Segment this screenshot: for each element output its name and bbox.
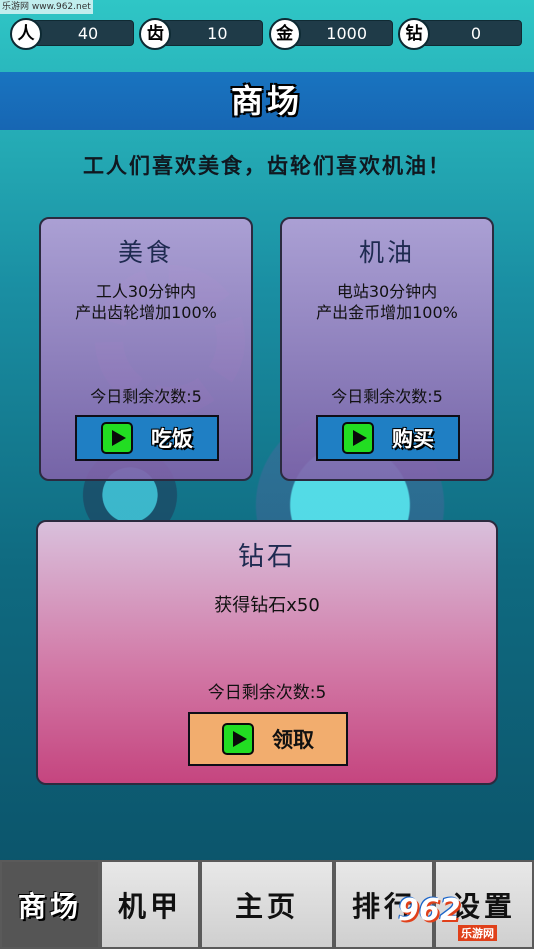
oil-remaining-count: 今日剩余次数:5 xyxy=(331,387,443,406)
diamond-card-description: 获得钻石x50 xyxy=(214,595,320,616)
resource-bar: 40 人 10 齿 1000 金 0 钻 xyxy=(10,18,522,50)
gold-icon: 金 xyxy=(268,18,301,50)
play-icon xyxy=(101,422,133,454)
oil-card: 机油 电站30分钟内 产出金币增加100% 今日剩余次数:5 购买 xyxy=(280,217,494,481)
resource-gold: 1000 金 xyxy=(268,18,393,50)
diamond-card-title: 钻石 xyxy=(237,542,296,572)
resource-diamonds: 0 钻 xyxy=(397,18,522,50)
buy-button[interactable]: 购买 xyxy=(316,415,460,461)
worker-icon: 人 xyxy=(10,18,42,50)
oil-card-title: 机油 xyxy=(358,238,415,267)
tab-shop[interactable]: 商场 xyxy=(0,860,100,949)
claim-button[interactable]: 领取 xyxy=(188,712,348,766)
site-logo: 962 乐游网 xyxy=(398,893,528,945)
page-title: 商场 xyxy=(0,72,534,130)
eat-button-label: 吃饭 xyxy=(151,427,193,451)
oil-card-description: 电站30分钟内 产出金币增加100% xyxy=(316,282,458,322)
watermark-text: 乐游网 www.962.net xyxy=(0,0,93,14)
play-icon xyxy=(342,422,374,454)
diamond-remaining-count: 今日剩余次数:5 xyxy=(207,683,327,703)
food-card-title: 美食 xyxy=(117,238,174,267)
shop-subtitle: 工人们喜欢美食，齿轮们喜欢机油！ xyxy=(83,154,451,178)
diamond-card: 钻石 获得钻石x50 今日剩余次数:5 领取 xyxy=(36,520,498,785)
resource-workers: 40 人 xyxy=(10,18,134,50)
play-icon xyxy=(222,723,254,755)
buy-button-label: 购买 xyxy=(392,427,434,451)
food-remaining-count: 今日剩余次数:5 xyxy=(90,387,202,406)
diamond-icon: 钻 xyxy=(397,18,430,50)
eat-button[interactable]: 吃饭 xyxy=(75,415,219,461)
food-card-description: 工人30分钟内 产出齿轮增加100% xyxy=(75,282,217,322)
food-card: 美食 工人30分钟内 产出齿轮增加100% 今日剩余次数:5 吃饭 xyxy=(39,217,253,481)
logo-main-text: 962 xyxy=(398,893,461,928)
resource-gears: 10 齿 xyxy=(139,18,264,50)
tab-mech[interactable]: 机甲 xyxy=(100,860,200,949)
tab-home[interactable]: 主页 xyxy=(200,860,334,949)
logo-sub-text: 乐游网 xyxy=(458,925,497,941)
claim-button-label: 领取 xyxy=(272,728,314,752)
